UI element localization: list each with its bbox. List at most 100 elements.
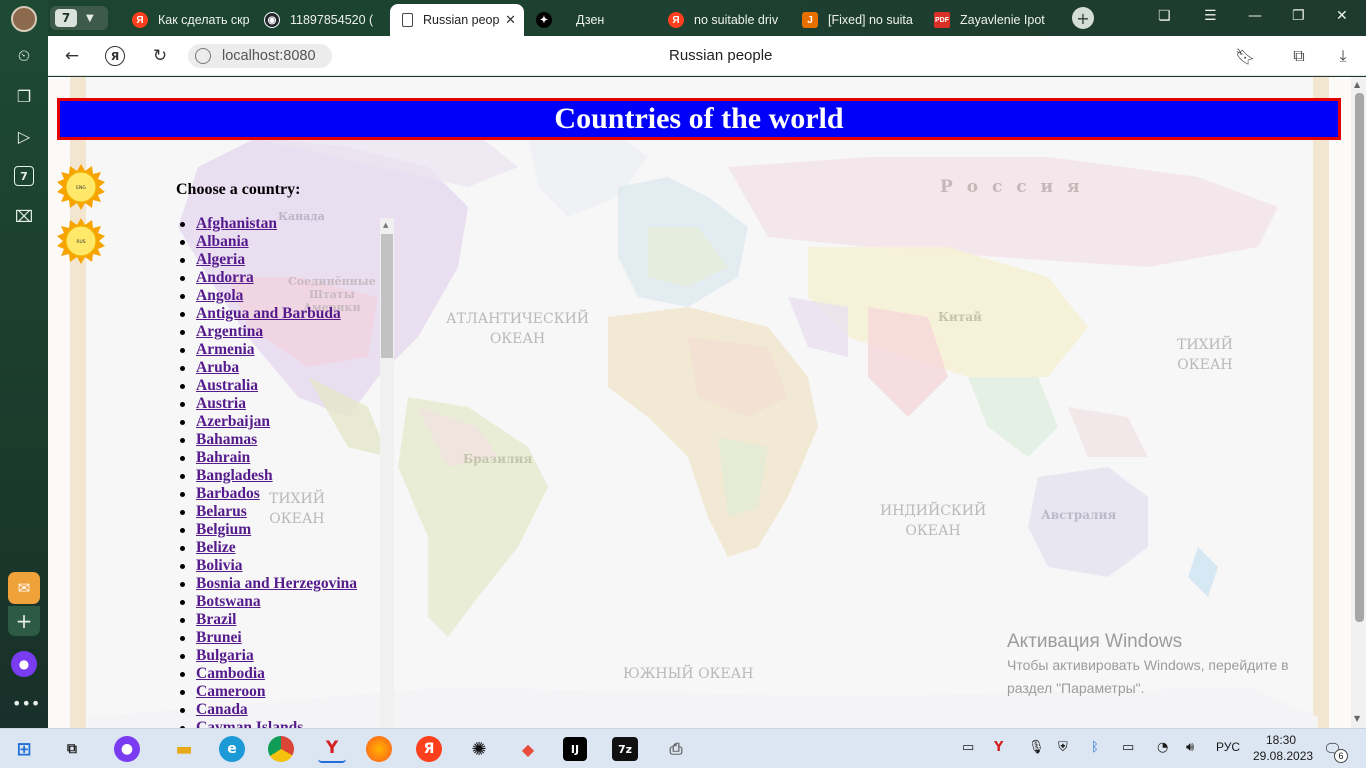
country-list-item: Cameroon bbox=[178, 683, 396, 701]
clock-date: 29.08.2023 bbox=[1253, 749, 1314, 763]
edge-icon[interactable]: e bbox=[219, 736, 245, 762]
bookmark-icon[interactable]: 🔖︎ bbox=[1234, 45, 1256, 67]
back-arrow-icon[interactable]: ← bbox=[61, 45, 83, 67]
url-field[interactable]: localhost:8080 bbox=[188, 44, 332, 68]
alice-taskbar-icon[interactable]: ● bbox=[114, 736, 140, 762]
country-link[interactable]: Algeria bbox=[196, 251, 245, 268]
yandex-icon[interactable]: Я bbox=[416, 736, 442, 762]
country-link[interactable]: Cambodia bbox=[196, 665, 265, 682]
close-window-icon[interactable]: ✕ bbox=[1336, 8, 1348, 24]
mail-icon[interactable]: ✉ bbox=[8, 572, 40, 604]
menu-icon[interactable]: ☰ bbox=[1204, 8, 1217, 24]
file-explorer-icon[interactable]: ▬ bbox=[170, 735, 198, 763]
task-view-icon[interactable]: ⧉ bbox=[58, 735, 86, 763]
alice-icon[interactable]: ● bbox=[11, 651, 37, 677]
scroll-up-icon[interactable]: ▲ bbox=[1354, 80, 1360, 89]
reader-icon[interactable]: ⧉ bbox=[1288, 45, 1310, 67]
scrollbar-thumb[interactable] bbox=[1355, 93, 1364, 622]
country-link[interactable]: Brunei bbox=[196, 629, 242, 646]
firefox-icon[interactable] bbox=[366, 736, 392, 762]
restore-icon[interactable]: ❐ bbox=[1292, 8, 1305, 24]
app-icon[interactable]: ◆ bbox=[514, 735, 542, 763]
country-link[interactable]: Andorra bbox=[196, 269, 254, 286]
browser-tab[interactable]: ✦ Дзен bbox=[536, 4, 646, 36]
country-link[interactable]: Brazil bbox=[196, 611, 236, 628]
page-scrollbar[interactable]: ▲ ▼ bbox=[1351, 77, 1366, 728]
tabs-panel-icon[interactable]: ❏ bbox=[1158, 8, 1171, 24]
intellij-icon[interactable]: IJ bbox=[563, 737, 587, 761]
eng-language-button[interactable]: ENG bbox=[57, 163, 105, 211]
yandex-tray-icon[interactable]: Y bbox=[994, 740, 1003, 755]
windows-start-icon[interactable]: ⊞ bbox=[10, 735, 38, 763]
country-link[interactable]: Austria bbox=[196, 395, 246, 412]
browser-tab-active[interactable]: Russian peop ✕ bbox=[390, 4, 524, 36]
country-link[interactable]: Cameroon bbox=[196, 683, 265, 700]
user-avatar[interactable] bbox=[11, 6, 37, 32]
add-panel-icon[interactable]: + bbox=[8, 606, 40, 636]
yandex-logo-icon[interactable]: Я bbox=[105, 46, 125, 66]
7zip-icon[interactable]: 7z bbox=[612, 737, 638, 761]
desktop-icon[interactable]: ▭ bbox=[962, 740, 974, 755]
new-tab-button[interactable]: + bbox=[1072, 7, 1094, 29]
java-icon: J bbox=[802, 12, 818, 28]
microphone-icon[interactable]: 🎙︎ bbox=[1028, 740, 1045, 755]
scroll-up-icon[interactable]: ▲ bbox=[383, 221, 388, 229]
country-link[interactable]: Afghanistan bbox=[196, 215, 277, 232]
input-language[interactable]: РУС bbox=[1216, 740, 1240, 754]
country-link[interactable]: Antigua and Barbuda bbox=[196, 305, 341, 322]
country-list-item: Canada bbox=[178, 701, 396, 719]
country-link[interactable]: Bulgaria bbox=[196, 647, 254, 664]
country-link[interactable]: Barbados bbox=[196, 485, 260, 502]
country-link[interactable]: Bolivia bbox=[196, 557, 243, 574]
kinopoisk-icon[interactable]: ✺ bbox=[465, 735, 493, 763]
country-link[interactable]: Bahamas bbox=[196, 431, 257, 448]
browser-tab[interactable]: PDF Zayavlenie Ipot bbox=[934, 4, 1052, 36]
country-link[interactable]: Botswana bbox=[196, 593, 261, 610]
country-link[interactable]: Aruba bbox=[196, 359, 239, 376]
volume-icon[interactable]: 🔊︎ bbox=[1186, 740, 1194, 755]
scrollbar-thumb[interactable] bbox=[381, 234, 393, 358]
country-link[interactable]: Canada bbox=[196, 701, 248, 718]
tab-counter-icon[interactable]: 7 bbox=[14, 166, 34, 186]
country-link[interactable]: Cayman Islands bbox=[196, 719, 303, 728]
country-link[interactable]: Australia bbox=[196, 377, 258, 394]
security-icon[interactable]: ⛨ bbox=[1058, 740, 1068, 755]
system-clock[interactable]: 18:30 29.08.2023 bbox=[1253, 732, 1314, 764]
chrome-icon[interactable] bbox=[268, 736, 294, 762]
screenshot-icon[interactable]: ⌧ bbox=[12, 204, 36, 228]
country-link[interactable]: Angola bbox=[196, 287, 243, 304]
browser-tab[interactable]: J [Fixed] no suita bbox=[802, 4, 914, 36]
country-link[interactable]: Argentina bbox=[196, 323, 263, 340]
tab-count-button[interactable]: 7 ▼ bbox=[50, 6, 108, 30]
rus-language-button[interactable]: RUS bbox=[57, 217, 105, 265]
battery-icon[interactable]: ▭ bbox=[1122, 740, 1134, 755]
browser-tab[interactable]: ◉ 11897854520 ( bbox=[264, 4, 382, 36]
country-link[interactable]: Azerbaijan bbox=[196, 413, 270, 430]
minimize-icon[interactable]: — bbox=[1248, 8, 1262, 24]
more-icon[interactable]: ••• bbox=[12, 694, 40, 713]
close-tab-icon[interactable]: ✕ bbox=[505, 12, 516, 28]
browser-tab[interactable]: Я no suitable driv bbox=[668, 4, 782, 36]
wifi-icon[interactable]: ◔ bbox=[1157, 740, 1168, 755]
scroll-down-icon[interactable]: ▼ bbox=[1354, 714, 1360, 723]
country-link[interactable]: Bosnia and Herzegovina bbox=[196, 575, 357, 592]
history-icon[interactable]: ⏲ bbox=[12, 44, 36, 68]
country-link[interactable]: Bangladesh bbox=[196, 467, 273, 484]
collections-icon[interactable]: ❐ bbox=[12, 84, 36, 108]
country-list-scrollbar[interactable]: ▲ bbox=[380, 218, 394, 728]
country-link[interactable]: Belarus bbox=[196, 503, 247, 520]
reload-icon[interactable]: ↻ bbox=[149, 45, 171, 67]
country-link[interactable]: Bahrain bbox=[196, 449, 250, 466]
yandex-icon: Я bbox=[668, 12, 684, 28]
browser-tab[interactable]: Я Как сделать скр bbox=[132, 4, 252, 36]
printer-icon[interactable]: ⎙ bbox=[662, 735, 690, 763]
video-icon[interactable]: ▷ bbox=[12, 124, 36, 148]
country-link[interactable]: Albania bbox=[196, 233, 249, 250]
yandex-browser-taskbar-icon[interactable]: Y bbox=[318, 735, 346, 763]
country-link[interactable]: Belgium bbox=[196, 521, 251, 538]
country-link[interactable]: Armenia bbox=[196, 341, 255, 358]
country-list[interactable]: Afghanistan Albania Algeria Andorra Angola An… bbox=[178, 215, 396, 728]
download-icon[interactable]: ⤓ bbox=[1332, 45, 1354, 67]
bluetooth-icon[interactable]: ᛒ bbox=[1091, 740, 1099, 755]
country-link[interactable]: Belize bbox=[196, 539, 236, 556]
